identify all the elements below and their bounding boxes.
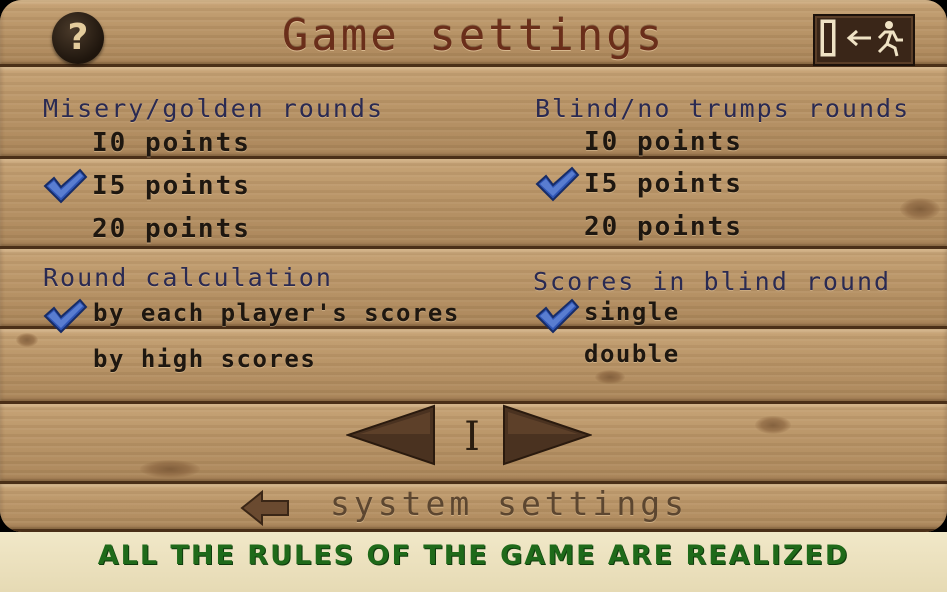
checkmark-icon bbox=[535, 298, 580, 334]
wood-knot bbox=[755, 416, 791, 434]
blind-rounds-label: Blind/no trumps rounds bbox=[535, 94, 911, 123]
game-settings-screen: ? Game settings Misery/golden rounds I0 … bbox=[0, 0, 947, 592]
blind-option-10[interactable]: I0 points bbox=[584, 127, 743, 157]
blind-option-20[interactable]: 20 points bbox=[584, 212, 743, 242]
round-calculation-label: Round calculation bbox=[43, 263, 333, 292]
blind-option-15[interactable]: I5 points bbox=[584, 169, 743, 199]
checkmark-icon bbox=[535, 166, 580, 202]
misery-option-20[interactable]: 20 points bbox=[92, 214, 251, 244]
wood-knot bbox=[595, 370, 625, 384]
page-title: Game settings bbox=[281, 10, 666, 61]
misery-option-15[interactable]: I5 points bbox=[92, 171, 251, 201]
triangle-right-icon[interactable] bbox=[502, 404, 592, 466]
scores-blind-round-label: Scores in blind round bbox=[533, 267, 892, 296]
wood-knot bbox=[140, 460, 200, 478]
promo-banner-text: ALL THE RULES OF THE GAME ARE REALIZED bbox=[97, 540, 850, 571]
round-calc-option-each[interactable]: by each player's scores bbox=[93, 299, 460, 327]
round-calc-option-high[interactable]: by high scores bbox=[93, 345, 316, 373]
scores-blind-option-double[interactable]: double bbox=[584, 340, 680, 368]
wood-knot bbox=[900, 198, 940, 220]
checkmark-icon bbox=[43, 298, 88, 334]
scores-blind-option-single[interactable]: single bbox=[584, 298, 680, 326]
triangle-left-icon[interactable] bbox=[346, 404, 436, 466]
misery-option-10[interactable]: I0 points bbox=[92, 128, 251, 158]
exit-door-icon bbox=[820, 19, 903, 57]
misery-rounds-label: Misery/golden rounds bbox=[43, 94, 385, 123]
system-settings-link[interactable]: system settings bbox=[330, 484, 688, 523]
checkmark-icon bbox=[43, 168, 88, 204]
page-number: I bbox=[464, 414, 480, 460]
exit-button[interactable] bbox=[813, 14, 915, 66]
arrow-left-icon[interactable] bbox=[240, 488, 290, 528]
wood-knot bbox=[16, 333, 38, 347]
